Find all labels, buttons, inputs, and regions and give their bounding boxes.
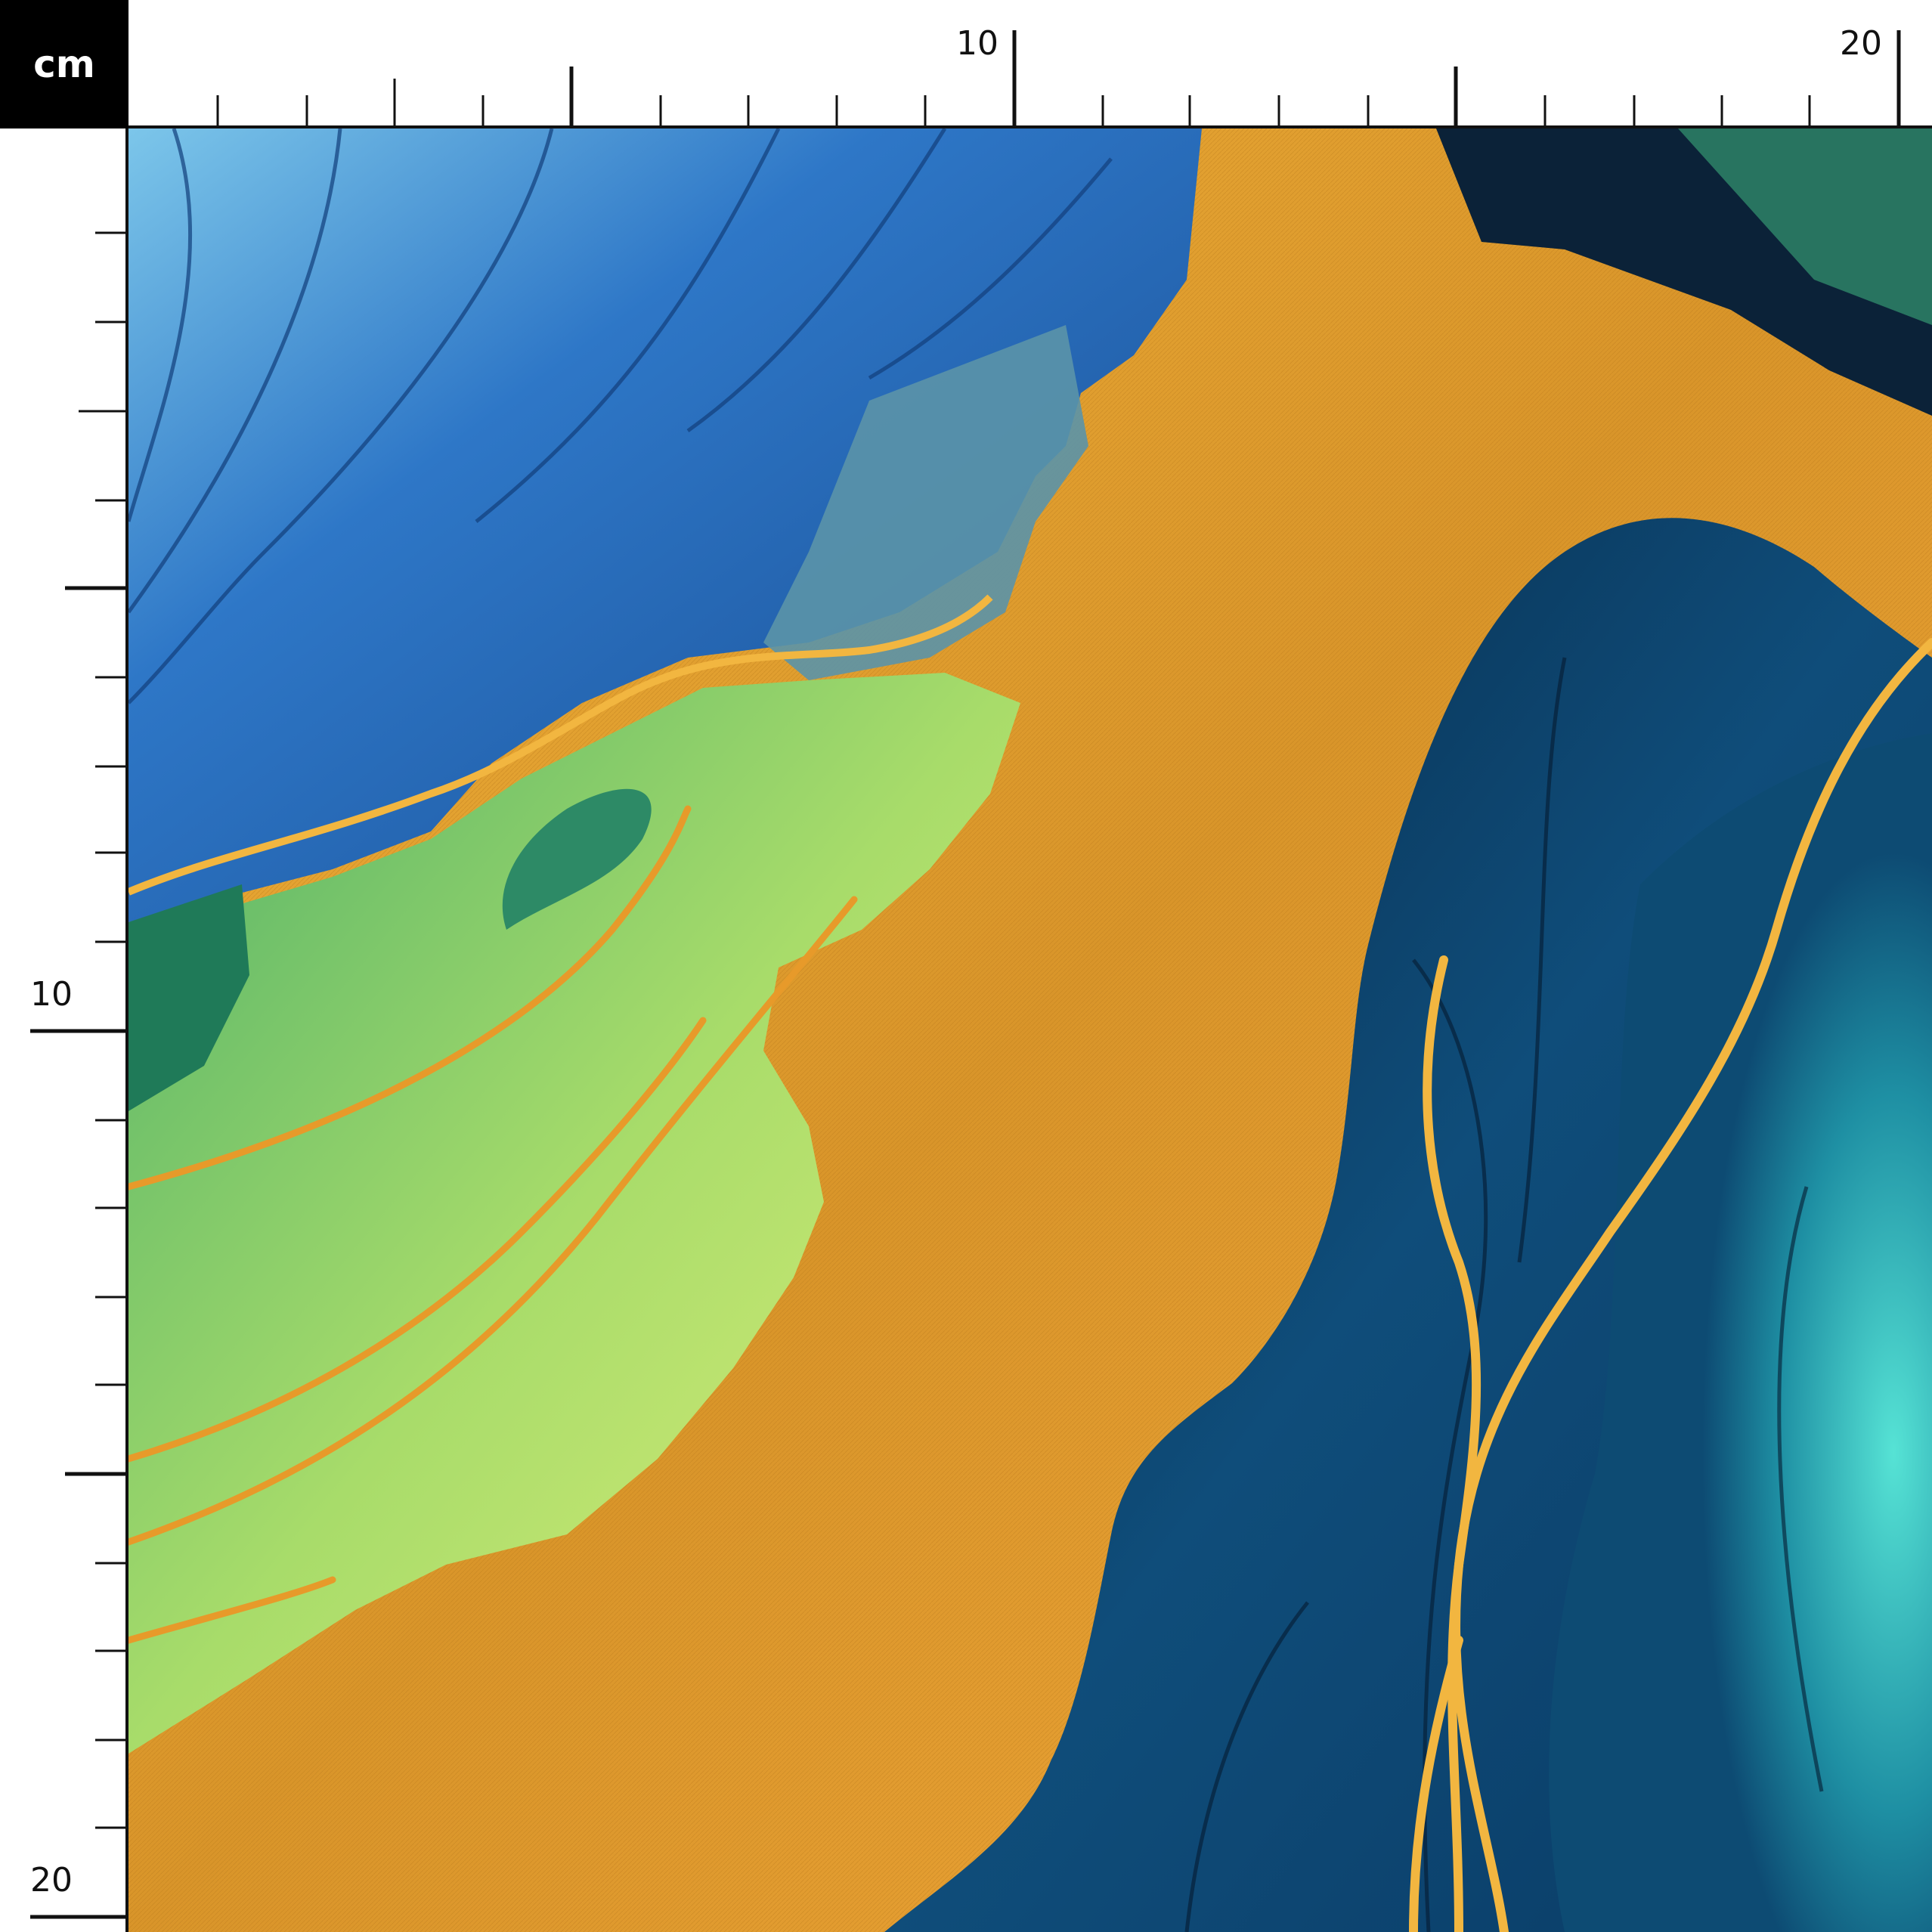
unit-label: cm — [0, 0, 128, 128]
top-ruler-label-20: 20 — [1840, 24, 1882, 63]
left-ruler-label-10: 10 — [30, 975, 73, 1014]
top-ruler-ticks — [128, 30, 1932, 128]
top-ruler-label-10: 10 — [956, 24, 999, 63]
top-ruler: 10 20 — [128, 0, 1932, 128]
left-ruler: 10 20 — [0, 128, 128, 1932]
left-ruler-ticks — [30, 128, 128, 1932]
fabric-swatch — [128, 128, 1932, 1932]
fabric-pattern-art — [128, 128, 1932, 1932]
left-ruler-label-20: 20 — [30, 1861, 73, 1899]
